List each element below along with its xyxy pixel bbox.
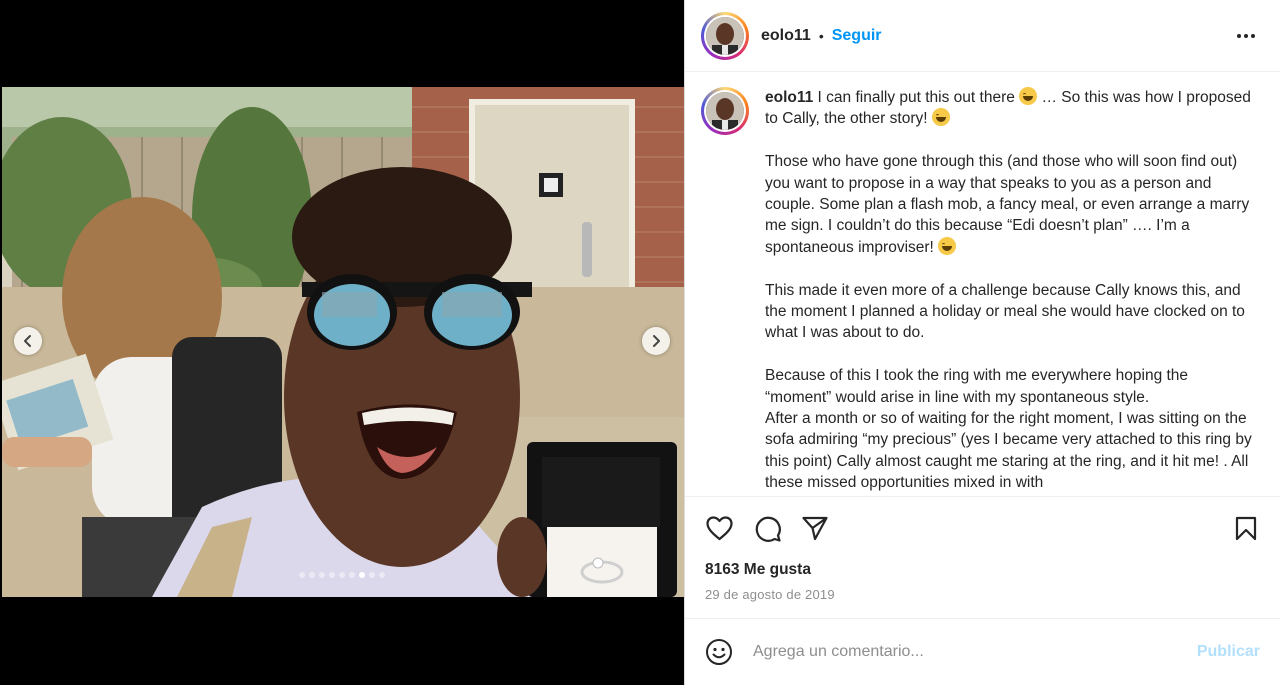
follow-button[interactable]: Seguir	[832, 27, 882, 45]
chevron-left-icon	[24, 335, 31, 347]
carousel-dot	[369, 572, 375, 578]
laughing-emoji-icon	[1019, 87, 1038, 105]
media-pane	[0, 0, 684, 685]
carousel-dot	[339, 572, 345, 578]
more-options-button[interactable]	[1234, 24, 1258, 48]
comment-button[interactable]	[753, 514, 781, 542]
avatar[interactable]	[701, 11, 749, 60]
carousel-next-button[interactable]	[642, 327, 670, 355]
caption-scroll-area[interactable]: eolo11 I can finally put this out there …	[685, 73, 1280, 496]
laughing-emoji-icon	[938, 236, 957, 255]
share-button[interactable]	[801, 514, 829, 542]
username-link[interactable]: eolo11	[761, 27, 811, 45]
caption-paragraph-4: After a month or so of waiting for the r…	[765, 410, 1252, 492]
caption-paragraph-2: This made it even more of a challenge be…	[765, 281, 1245, 342]
emoji-icon[interactable]	[705, 638, 733, 666]
likes-count[interactable]: 8163 Me gusta	[705, 561, 1260, 579]
comment-bar: Publicar	[685, 618, 1280, 685]
carousel-indicator	[0, 572, 684, 578]
post-date[interactable]: 29 de agosto de 2019	[705, 587, 1260, 602]
caption-paragraph-3: Because of this I took the ring with me …	[765, 367, 1189, 406]
comment-input[interactable]	[753, 643, 1197, 661]
caption-avatar[interactable]	[701, 87, 749, 135]
actions-section: 8163 Me gusta 29 de agosto de 2019	[685, 496, 1280, 618]
heart-icon	[705, 515, 733, 540]
post-comment-button[interactable]: Publicar	[1197, 643, 1260, 661]
carousel-prev-button[interactable]	[14, 327, 42, 355]
post-viewer: eolo11 • Seguir eolo11 I can finally put…	[0, 0, 1280, 685]
post-photo[interactable]	[2, 87, 684, 597]
caption-text: eolo11 I can finally put this out there …	[765, 87, 1255, 496]
carousel-dot	[379, 572, 385, 578]
comment-icon	[755, 516, 781, 542]
carousel-dot	[359, 572, 365, 578]
caption-intro-1: I can finally put this out there	[813, 89, 1020, 106]
carousel-dot	[299, 572, 305, 578]
laughing-emoji-icon	[931, 108, 950, 127]
share-icon	[802, 516, 828, 540]
separator-dot: •	[818, 27, 824, 44]
post-header: eolo11 • Seguir	[685, 0, 1280, 72]
carousel-dot	[349, 572, 355, 578]
caption-paragraph-1: Those who have gone through this (and th…	[765, 153, 1250, 256]
action-icons-row	[705, 497, 1260, 559]
post-details-panel: eolo11 • Seguir eolo11 I can finally put…	[684, 0, 1280, 685]
bookmark-icon	[1235, 516, 1257, 540]
caption: eolo11 I can finally put this out there …	[701, 87, 1260, 496]
chevron-right-icon	[653, 335, 660, 347]
carousel-dot	[329, 572, 335, 578]
save-button[interactable]	[1232, 514, 1260, 542]
more-horizontal-icon	[1237, 34, 1255, 38]
like-button[interactable]	[705, 514, 733, 542]
carousel-dot	[319, 572, 325, 578]
carousel-dot	[309, 572, 315, 578]
caption-username[interactable]: eolo11	[765, 89, 813, 106]
